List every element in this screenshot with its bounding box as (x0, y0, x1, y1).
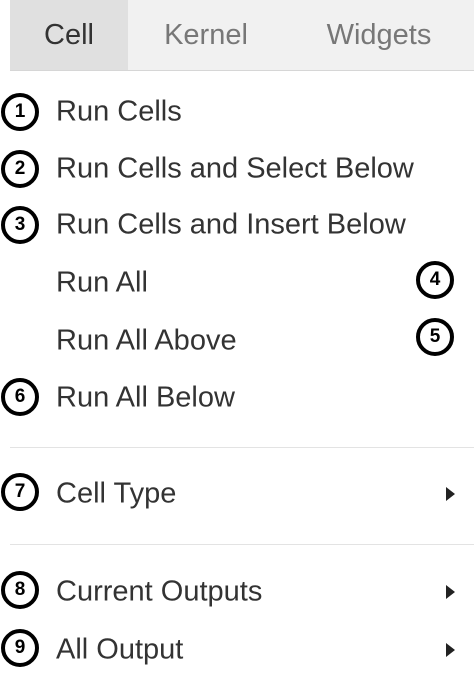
menu-item-current-outputs[interactable]: Current Outputs (0, 564, 474, 620)
menu-item-label: Cell Type (56, 477, 177, 510)
menu-item-all-output[interactable]: All Output (0, 622, 474, 678)
caret-right-icon (446, 487, 455, 501)
callout-9-icon: 9 (1, 629, 39, 667)
menu-item-run-all-below[interactable]: Run All Below (0, 370, 474, 426)
callout-5-icon: 5 (416, 318, 454, 356)
callout-2-icon: 2 (1, 150, 39, 188)
menu-divider (10, 447, 474, 448)
menubar: Cell Kernel Widgets (10, 0, 474, 71)
menu-item-run-cells[interactable]: Run Cells (0, 84, 474, 140)
cell-dropdown-menu: Run Cells Run Cells and Select Below Run… (0, 71, 474, 688)
menu-item-label: Run Cells and Select Below (56, 152, 414, 185)
menu-item-label: All Output (56, 633, 184, 666)
callout-1-icon: 1 (1, 93, 39, 131)
menu-item-label: Run Cells (56, 95, 182, 128)
menu-item-label: Run All (56, 266, 148, 299)
callout-8-icon: 8 (1, 571, 39, 609)
menu-item-label: Current Outputs (56, 575, 263, 608)
menu-item-run-all[interactable]: Run All (0, 255, 474, 311)
menu-item-label: Run Cells and Insert Below (56, 208, 406, 241)
callout-6-icon: 6 (1, 378, 39, 416)
callout-3-icon: 3 (1, 206, 39, 244)
callout-4-icon: 4 (416, 261, 454, 299)
callout-7-icon: 7 (1, 473, 39, 511)
menu-item-label: Run All Above (56, 324, 237, 357)
menu-item-run-cells-insert-below[interactable]: Run Cells and Insert Below (0, 197, 474, 253)
caret-right-icon (446, 643, 455, 657)
menu-kernel[interactable]: Kernel (128, 0, 284, 70)
menu-item-cell-type[interactable]: Cell Type (0, 466, 474, 522)
menu-item-label: Run All Below (56, 381, 235, 414)
menu-divider (10, 544, 474, 545)
menu-item-run-cells-select-below[interactable]: Run Cells and Select Below (0, 141, 474, 197)
menu-item-run-all-above[interactable]: Run All Above (0, 313, 474, 369)
menu-cell[interactable]: Cell (10, 0, 128, 70)
caret-right-icon (446, 585, 455, 599)
menu-widgets[interactable]: Widgets (284, 0, 474, 70)
